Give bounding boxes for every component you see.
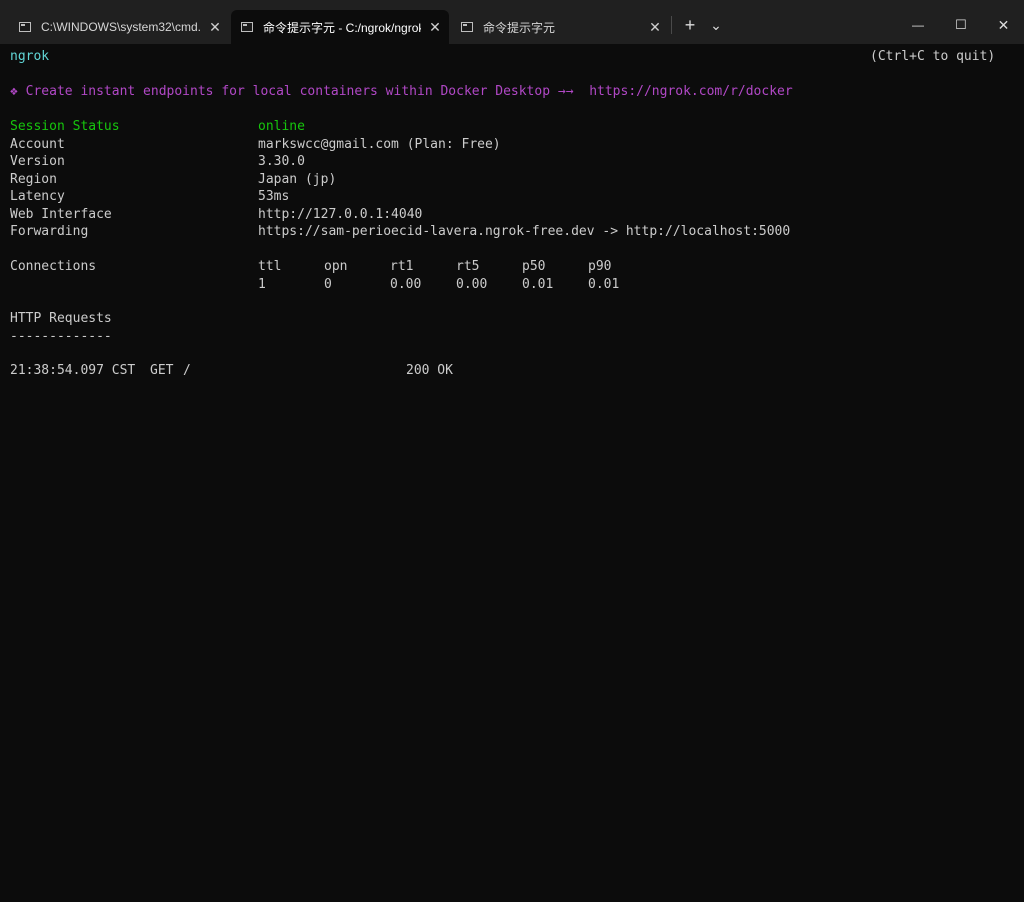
tab-command-prompt[interactable]: 命令提示字元 ✕	[451, 10, 669, 44]
connections-header: rt5	[456, 259, 480, 274]
tab-title: 命令提示字元	[483, 20, 556, 35]
close-window-button[interactable]: ✕	[983, 10, 1024, 40]
connections-header: p90	[588, 259, 612, 274]
request-time: 21:38:54.097 CST	[10, 363, 136, 378]
account-label: Account	[10, 136, 65, 152]
tab-separator	[671, 16, 672, 34]
terminal-scrollbar[interactable]	[1020, 44, 1024, 580]
latency-value: 53ms	[258, 189, 290, 204]
connections-header: ttl	[258, 259, 282, 274]
http-requests-underline: -------------	[10, 328, 112, 344]
latency-label: Latency	[10, 189, 65, 204]
tab-title: C:\WINDOWS\system32\cmd.e	[41, 20, 201, 34]
web-interface-label: Web Interface	[10, 206, 112, 222]
connections-value: 0	[324, 276, 332, 292]
promo-line: ❖ Create instant endpoints for local con…	[10, 83, 793, 101]
tab-close-icon[interactable]: ✕	[421, 19, 449, 36]
quit-hint: (Ctrl+C to quit)	[870, 49, 996, 64]
promo-text: ❖ Create instant endpoints for local con…	[10, 84, 574, 99]
request-status: 200 OK	[406, 363, 453, 378]
tab-dropdown-button[interactable]: ⌄	[704, 10, 728, 40]
tab-ngrok[interactable]: 命令提示字元 - C:/ngrok/ngrok ✕	[231, 10, 449, 44]
connections-header: opn	[324, 259, 348, 274]
tab-close-icon[interactable]: ✕	[201, 19, 229, 36]
tab-close-icon[interactable]: ✕	[641, 19, 669, 36]
connections-header: rt1	[390, 259, 414, 274]
app-name: ngrok	[10, 49, 50, 64]
connections-value: 0.01	[522, 276, 554, 292]
forwarding-value: https://sam-perioecid-lavera.ngrok-free.…	[258, 224, 791, 239]
tab-title: 命令提示字元 - C:/ngrok/ngrok	[263, 20, 421, 35]
session-status-value: online	[258, 119, 305, 134]
terminal-output[interactable]: ngrok (Ctrl+C to quit) ❖ Create instant …	[10, 44, 1020, 580]
promo-link[interactable]: https://ngrok.com/r/docker	[589, 84, 793, 99]
http-requests-title: HTTP Requests	[10, 311, 112, 326]
new-tab-button[interactable]: +	[678, 10, 702, 40]
region-label: Region	[10, 171, 57, 187]
account-value: markswcc@gmail.com (Plan: Free)	[258, 136, 501, 152]
connections-value: 0.00	[456, 276, 488, 292]
minimize-button[interactable]: —	[895, 10, 941, 40]
forwarding-label: Forwarding	[10, 224, 89, 239]
connections-header: p50	[522, 259, 546, 274]
command-prompt-icon	[241, 22, 253, 32]
connections-value: 0.01	[588, 276, 620, 292]
request-method: GET	[150, 363, 174, 378]
version-value: 3.30.0	[258, 154, 305, 169]
window-titlebar: C:\WINDOWS\system32\cmd.e ✕ 命令提示字元 - C:/…	[0, 0, 1024, 44]
connections-value: 1	[258, 276, 266, 292]
session-status-label: Session Status	[10, 119, 120, 134]
connections-label: Connections	[10, 259, 97, 274]
tab-cmd-system32[interactable]: C:\WINDOWS\system32\cmd.e ✕	[9, 10, 229, 44]
region-value: Japan (jp)	[258, 171, 337, 187]
web-interface-value: http://127.0.0.1:4040	[258, 206, 423, 222]
connections-value: 0.00	[390, 276, 422, 292]
version-label: Version	[10, 154, 65, 169]
command-prompt-icon	[19, 22, 31, 32]
maximize-button[interactable]: ☐	[941, 10, 981, 40]
command-prompt-icon	[461, 22, 473, 32]
request-path: /	[183, 363, 191, 378]
